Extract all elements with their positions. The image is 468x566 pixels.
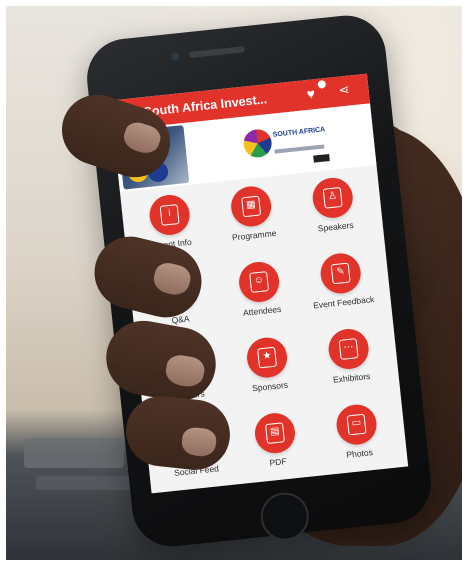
tile-label: PDF — [269, 456, 288, 468]
calendar-icon: ▦ — [229, 184, 274, 229]
heart-icon[interactable]: ♥ — [306, 85, 316, 102]
mini-badge — [313, 153, 330, 163]
presentation-icon: ▭ — [334, 402, 379, 447]
exhibition-icon: ⋯ — [326, 327, 371, 371]
sponsor-badge-icon: ★ — [245, 335, 290, 380]
background-photo: ☰ South Africa Invest... ♥ ⋖ SOUTH AFRIC… — [6, 6, 462, 560]
speaker-podium-icon: ♙ — [310, 175, 355, 220]
tile-photos[interactable]: ▭ Photos — [318, 401, 399, 482]
tile-attendees[interactable]: ☺ Attendees — [220, 258, 301, 339]
tile-pdf[interactable]: ▤ PDF — [236, 409, 317, 490]
tile-event-feedback[interactable]: ✎ Event Feedback — [302, 250, 383, 331]
people-icon: ☺ — [237, 260, 282, 304]
front-camera — [170, 52, 180, 61]
feedback-icon: ✎ — [318, 251, 363, 296]
pdf-document-icon: ▤ — [253, 411, 297, 456]
notification-dot — [317, 79, 327, 89]
blurred-desk-object — [24, 438, 124, 468]
share-icon[interactable]: ⋖ — [338, 82, 351, 99]
tile-programme[interactable]: ▦ Programme — [212, 183, 293, 264]
tile-label: Sponsors — [251, 379, 289, 394]
earpiece-speaker — [188, 46, 246, 59]
tile-sponsors[interactable]: ★ Sponsors — [228, 334, 309, 415]
tile-label: Programme — [231, 227, 277, 243]
info-document-icon: i — [147, 193, 192, 237]
tile-label: Attendees — [242, 303, 282, 318]
tile-label: Photos — [345, 447, 374, 460]
tile-exhibitors[interactable]: ⋯ Exhibitors — [310, 325, 391, 406]
event-logo-text: SOUTH AFRICA — [272, 126, 326, 139]
logo-subline — [274, 144, 325, 154]
event-logo-icon — [242, 128, 273, 159]
tile-label: Exhibitors — [332, 370, 371, 385]
tile-label: Speakers — [317, 219, 355, 234]
tile-label: Event Feedback — [312, 294, 375, 311]
tile-speakers[interactable]: ♙ Speakers — [294, 174, 375, 255]
